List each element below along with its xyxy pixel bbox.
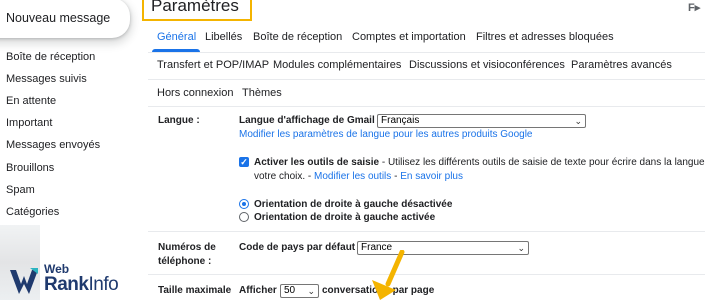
sidebar-item-spam[interactable]: Spam [6,184,35,196]
sidebar-item-snoozed[interactable]: En attente [6,95,56,107]
webrankinfo-watermark: Web RankInfo [8,262,148,298]
input-tools-label: Activer les outils de saisie [254,157,380,168]
tab-addons[interactable]: Modules complémentaires [273,59,401,71]
tab-inbox[interactable]: Boîte de réception [253,31,342,43]
display-language-label: Langue d'affichage de Gmail : [239,115,381,126]
tab-chat-meet[interactable]: Discussions et visioconférences [409,59,565,71]
input-tools-description: - Utilisez les différents outils de sais… [379,157,705,168]
chevron-down-icon: ⌄ [574,116,582,126]
keyboard-icon[interactable]: F▸ [688,1,700,14]
sidebar-item-categories[interactable]: Catégories [6,206,59,218]
modify-tools-link[interactable]: Modifier les outils [314,171,391,182]
sidebar-item-drafts[interactable]: Brouillons [6,162,54,174]
tab-row-divider [148,79,705,80]
link-separator: - [391,171,401,182]
other-products-language-link[interactable]: Modifier les paramètres de langue pour l… [239,129,533,140]
input-tools-description-2: votre choix. - [254,171,315,182]
tab-row-divider [148,52,705,53]
tab-filters-blocked[interactable]: Filtres et adresses bloquées [476,31,614,43]
tab-row-divider [148,106,705,107]
rtl-on-radio[interactable] [239,212,249,222]
sidebar-item-inbox[interactable]: Boîte de réception [6,51,95,63]
page-size-show-label: Afficher [239,285,277,296]
sidebar: Nouveau message Boîte de réception Messa… [0,0,140,300]
chevron-down-icon: ⌄ [307,286,315,296]
watermark-info-text: Info [88,274,119,295]
compose-button[interactable]: Nouveau message [0,0,130,38]
page-size-value: 50 [284,285,296,296]
input-tools-line1: Activer les outils de saisie - Utilisez … [254,157,705,168]
phone-section-label-2: téléphone : [158,256,212,267]
page-size-section-label: Taille maximale [158,285,232,296]
tab-general[interactable]: Général [157,31,196,43]
tab-offline[interactable]: Hors connexion [157,87,233,99]
webrankinfo-logo-icon [10,268,38,294]
rtl-on-label: Orientation de droite à gauche activée [254,212,436,223]
language-section-label: Langue : [158,115,200,126]
display-language-select[interactable]: Français ⌄ [377,114,586,128]
rtl-off-label: Orientation de droite à gauche désactivé… [254,199,453,210]
display-language-value: Français [381,115,420,126]
tab-forwarding-pop-imap[interactable]: Transfert et POP/IMAP [157,59,269,71]
chevron-down-icon: ⌄ [517,243,525,253]
sidebar-item-important[interactable]: Important [6,117,52,129]
sidebar-item-sent[interactable]: Messages envoyés [6,139,100,151]
section-divider [148,274,705,275]
tab-themes[interactable]: Thèmes [242,87,282,99]
page-size-select[interactable]: 50 ⌄ [280,284,319,298]
section-divider [148,231,705,232]
learn-more-link[interactable]: En savoir plus [400,171,463,182]
input-tools-line2: votre choix. - Modifier les outils - En … [254,171,463,182]
watermark-word-rank: RankInfo [44,274,119,296]
watermark-rank-text: Rank [44,274,89,295]
sidebar-item-starred[interactable]: Messages suivis [6,73,87,85]
country-code-label: Code de pays par défaut : [239,242,362,253]
rtl-off-radio[interactable] [239,199,249,209]
phone-section-label-1: Numéros de [158,242,216,253]
page-title: Paramètres [151,0,239,15]
tab-labels[interactable]: Libellés [205,31,242,43]
tab-advanced[interactable]: Paramètres avancés [571,59,672,71]
tab-accounts-import[interactable]: Comptes et importation [352,31,466,43]
annotation-arrow-icon [372,250,405,300]
input-tools-checkbox[interactable]: ✓ [239,157,249,167]
